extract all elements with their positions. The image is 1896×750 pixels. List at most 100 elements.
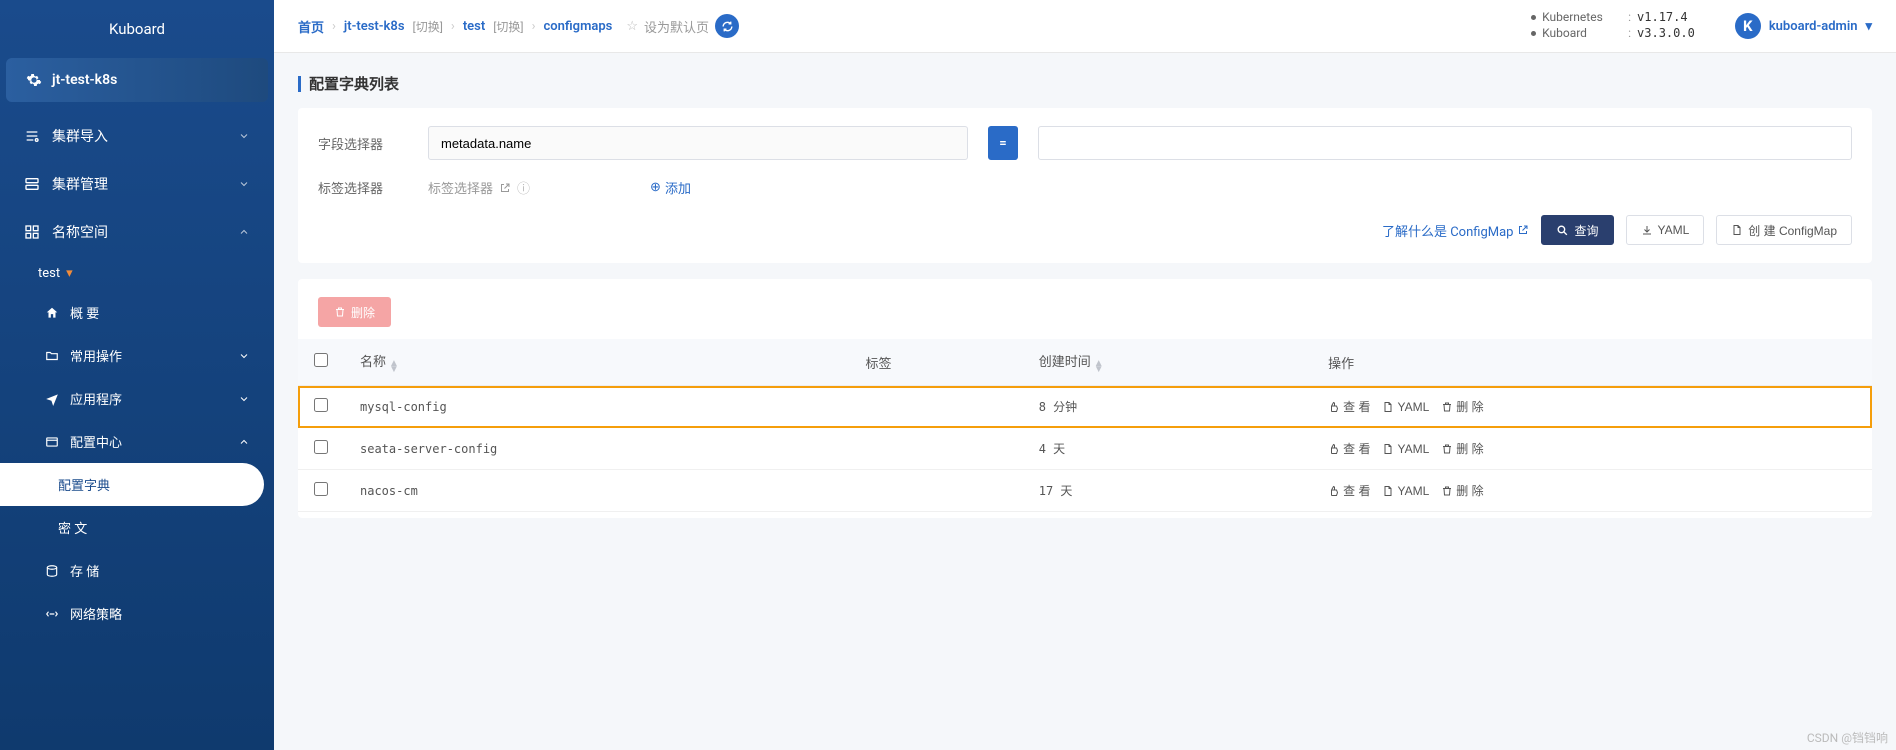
cell-created: 4 天 xyxy=(1023,428,1312,470)
field-value-input[interactable] xyxy=(1038,126,1852,160)
sidebar-item-namespace[interactable]: 名称空间 xyxy=(0,208,274,256)
namespace-selected[interactable]: test ▾ xyxy=(0,256,274,291)
table-card: 删除 名称▲▼ 标签 创建时间▲▼ 操作 mysql-confi xyxy=(298,279,1872,518)
sidebar-item-manage[interactable]: 集群管理 xyxy=(0,160,274,208)
watermark: CSDN @铛铛响 xyxy=(1807,729,1888,746)
caret-down-icon: ▾ xyxy=(66,266,73,281)
sidebar-secret[interactable]: 密 文 xyxy=(0,506,274,549)
breadcrumb-ns[interactable]: test xyxy=(463,19,485,34)
refresh-button[interactable] xyxy=(715,14,739,38)
thumbs-up-icon xyxy=(1328,485,1340,497)
breadcrumb-home[interactable]: 首页 xyxy=(298,17,324,36)
chevron-up-icon xyxy=(238,226,250,238)
trash-icon xyxy=(334,306,346,318)
row-checkbox[interactable] xyxy=(314,398,328,412)
set-default-page[interactable]: ☆ 设为默认页 xyxy=(626,14,739,38)
create-button[interactable]: 创 建 ConfigMap xyxy=(1716,215,1852,245)
cell-labels xyxy=(849,386,1022,428)
chevron-right-icon: › xyxy=(532,19,536,34)
query-button[interactable]: 查询 xyxy=(1541,215,1613,245)
main: 首页 › jt-test-k8s [切换] › test [切换] › conf… xyxy=(274,0,1896,750)
help-icon: ⓘ xyxy=(517,178,530,197)
home-icon xyxy=(44,305,60,321)
file-plus-icon xyxy=(1731,224,1743,236)
title-bar-icon xyxy=(298,76,301,92)
cell-name: mysql-config xyxy=(344,386,849,428)
field-selector-input[interactable] xyxy=(428,126,968,160)
logo[interactable]: Kuboard xyxy=(0,0,274,58)
trash-icon xyxy=(1441,401,1453,413)
switch-ns[interactable]: [切换] xyxy=(493,18,523,35)
cell-created: 8 分钟 xyxy=(1023,386,1312,428)
filter-card: 字段选择器 = 标签选择器 标签选择器 ⓘ ⊕ 添加 xyxy=(298,108,1872,263)
yaml-action[interactable]: YAML xyxy=(1382,398,1429,415)
delete-action[interactable]: 删 除 xyxy=(1441,482,1483,499)
storage-icon xyxy=(44,563,60,579)
yaml-button[interactable]: YAML xyxy=(1626,215,1705,245)
row-checkbox[interactable] xyxy=(314,440,328,454)
breadcrumb-resource: configmaps xyxy=(544,19,613,34)
plane-icon xyxy=(44,391,60,407)
version-info: Kubernetes : v1.17.4 Kuboard : v3.3.0.0 xyxy=(1531,10,1695,42)
external-link-icon xyxy=(499,182,511,194)
sidebar-configmap[interactable]: 配置字典 xyxy=(0,463,264,506)
col-labels: 标签 xyxy=(849,339,1022,386)
sidebar-subitem-apps[interactable]: 应用程序 xyxy=(0,377,274,420)
learn-configmap-link[interactable]: 了解什么是 ConfigMap xyxy=(1382,221,1530,240)
view-action[interactable]: 查 看 xyxy=(1328,398,1370,415)
breadcrumb-cluster[interactable]: jt-test-k8s xyxy=(344,19,405,34)
sidebar-subitem-storage[interactable]: 存 储 xyxy=(0,549,274,592)
download-icon xyxy=(1641,224,1653,236)
sort-icon: ▲▼ xyxy=(389,361,399,373)
switch-cluster[interactable]: [切换] xyxy=(413,18,443,35)
thumbs-up-icon xyxy=(1328,443,1340,455)
sidebar-cluster[interactable]: jt-test-k8s xyxy=(6,58,268,102)
chevron-down-icon xyxy=(238,350,250,362)
sidebar-subitem-network[interactable]: 网络策略 xyxy=(0,592,274,635)
thumbs-up-icon xyxy=(1328,401,1340,413)
row-checkbox[interactable] xyxy=(314,482,328,496)
yaml-action[interactable]: YAML xyxy=(1382,482,1429,499)
cluster-name: jt-test-k8s xyxy=(52,72,117,88)
sidebar-subitem-config[interactable]: 配置中心 xyxy=(0,420,274,463)
select-all-checkbox[interactable] xyxy=(314,353,328,367)
field-selector-label: 字段选择器 xyxy=(318,134,408,153)
yaml-action[interactable]: YAML xyxy=(1382,440,1429,457)
cell-labels xyxy=(849,470,1022,512)
chevron-down-icon xyxy=(238,393,250,405)
col-created[interactable]: 创建时间▲▼ xyxy=(1023,339,1312,386)
cell-name: nacos-cm xyxy=(344,470,849,512)
username: kuboard-admin xyxy=(1769,19,1858,34)
network-icon xyxy=(44,606,60,622)
delete-button[interactable]: 删除 xyxy=(318,297,391,327)
sidebar-subitem-overview[interactable]: 概 要 xyxy=(0,291,274,334)
sidebar-item-import[interactable]: 集群导入 xyxy=(0,112,274,160)
star-icon: ☆ xyxy=(626,19,638,34)
delete-action[interactable]: 删 除 xyxy=(1441,398,1483,415)
view-action[interactable]: 查 看 xyxy=(1328,440,1370,457)
gear-icon xyxy=(26,72,42,88)
chevron-up-icon xyxy=(238,436,250,448)
user-menu[interactable]: K kuboard-admin ▾ xyxy=(1735,13,1872,39)
table-row[interactable]: mysql-config 8 分钟 查 看 YAML 删 除 xyxy=(298,386,1872,428)
import-icon xyxy=(24,128,40,144)
equals-icon[interactable]: = xyxy=(988,126,1018,160)
col-name[interactable]: 名称▲▼ xyxy=(344,339,849,386)
tag-selector[interactable]: 标签选择器 ⓘ xyxy=(428,178,530,197)
config-icon xyxy=(44,434,60,450)
sidebar-subitem-common[interactable]: 常用操作 xyxy=(0,334,274,377)
sort-icon: ▲▼ xyxy=(1094,361,1104,373)
dot-icon xyxy=(1531,15,1536,20)
file-icon xyxy=(1382,485,1394,497)
folder-icon xyxy=(44,348,60,364)
namespace-icon xyxy=(24,224,40,240)
add-label-button[interactable]: ⊕ 添加 xyxy=(650,178,691,197)
view-action[interactable]: 查 看 xyxy=(1328,482,1370,499)
table-row[interactable]: nacos-cm 17 天 查 看 YAML 删 除 xyxy=(298,470,1872,512)
sidebar: Kuboard jt-test-k8s 集群导入 集群管理 名称空间 test … xyxy=(0,0,274,750)
breadcrumb: 首页 › jt-test-k8s [切换] › test [切换] › conf… xyxy=(298,17,612,36)
delete-action[interactable]: 删 除 xyxy=(1441,440,1483,457)
table-row[interactable]: seata-server-config 4 天 查 看 YAML 删 除 xyxy=(298,428,1872,470)
trash-icon xyxy=(1441,485,1453,497)
plus-icon: ⊕ xyxy=(650,180,661,195)
